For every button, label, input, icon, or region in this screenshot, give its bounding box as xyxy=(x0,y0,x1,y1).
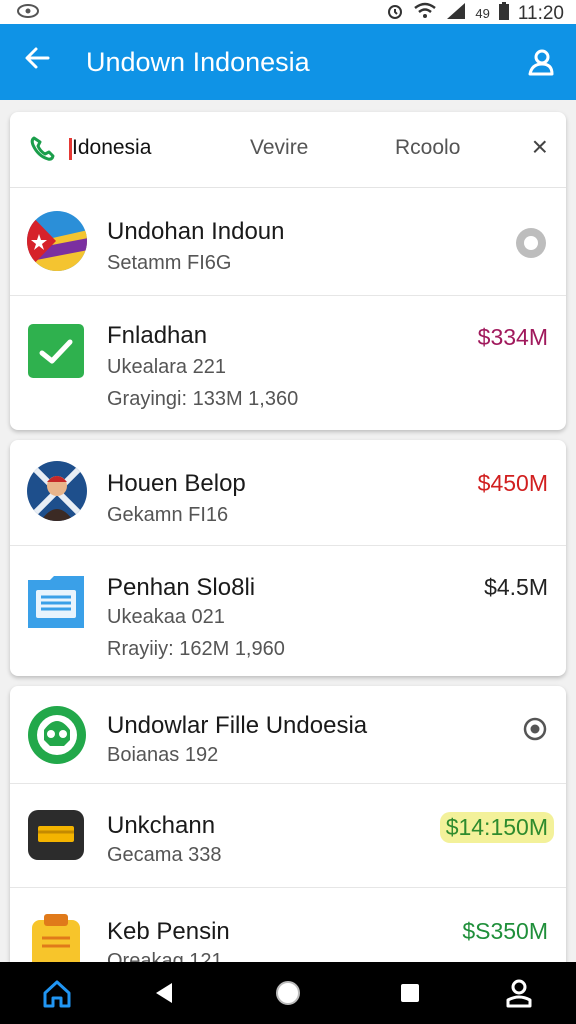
user-pin-icon[interactable] xyxy=(502,976,536,1010)
filter-tabs: Idonesia Vevire Rcoolo × xyxy=(10,112,566,188)
tab-rcoolo[interactable]: Rcoolo xyxy=(395,136,460,160)
item-name: Keb Pensin xyxy=(107,918,230,945)
item-name: Unkchann xyxy=(107,812,216,839)
battery-icon xyxy=(498,1,510,26)
item-detail: Rrayiiy: 162M 1,960 xyxy=(107,638,285,660)
skull-icon xyxy=(26,704,88,766)
list-item[interactable]: Undohan Indoun Setamm FI6G xyxy=(10,188,566,296)
list-item[interactable]: Undowlar Fille Undoesia Boianas 192 xyxy=(10,686,566,784)
back-triangle-icon[interactable] xyxy=(148,976,182,1010)
back-arrow-icon[interactable] xyxy=(22,43,52,80)
account-icon[interactable] xyxy=(522,44,558,80)
account-card-2: Houen Belop Gekamn FI16 $450M Penhan Slo… xyxy=(10,440,566,676)
list-item[interactable]: Fnladhan Ukealara 221 Grayingi: 133M 1,3… xyxy=(10,296,566,430)
list-item[interactable]: Houen Belop Gekamn FI16 $450M xyxy=(10,440,566,546)
status-bar: 49 11:20 xyxy=(0,0,576,24)
item-subtitle: Ukealara 221 xyxy=(107,356,226,378)
item-subtitle: Gekamn FI16 xyxy=(107,504,229,526)
page-title: Undown Indonesia xyxy=(86,47,310,77)
recents-square-icon[interactable] xyxy=(393,976,427,1010)
check-icon xyxy=(26,320,88,382)
list-item[interactable]: Unkchann Gecama 338 $14:150M xyxy=(10,784,566,888)
phone-icon[interactable] xyxy=(28,134,56,162)
document-icon xyxy=(26,572,88,634)
app-bar: Undown Indonesia xyxy=(0,24,576,100)
radio-button[interactable] xyxy=(514,226,548,265)
alarm-icon xyxy=(385,1,405,26)
item-amount: $4.5M xyxy=(484,574,548,600)
clock: 11:20 xyxy=(517,2,564,24)
close-icon[interactable]: × xyxy=(532,132,548,162)
item-detail: Grayingi: 133M 1,360 xyxy=(107,388,299,410)
system-nav-bar xyxy=(0,962,576,1024)
item-name: Houen Belop xyxy=(107,470,246,497)
cell-signal-icon xyxy=(445,2,467,25)
flag-icon xyxy=(26,210,88,272)
item-subtitle: Gecama 338 xyxy=(107,844,222,866)
item-name: Fnladhan xyxy=(107,322,208,349)
eye-icon xyxy=(16,2,40,25)
home-icon[interactable] xyxy=(40,976,74,1010)
item-name: Undowlar Fille Undoesia xyxy=(107,712,368,739)
card-icon xyxy=(26,804,88,866)
item-amount: $14:150M xyxy=(439,812,554,843)
item-amount: $450M xyxy=(477,470,548,496)
tab-vevire[interactable]: Vevire xyxy=(250,136,308,160)
item-amount: $S350M xyxy=(462,918,548,944)
tab-indonesia[interactable]: Idonesia xyxy=(68,136,151,160)
item-name: Penhan Slo8li xyxy=(107,574,256,601)
item-name: Undohan Indoun xyxy=(107,218,285,245)
item-subtitle: Boianas 192 xyxy=(107,744,219,766)
item-amount: $334M xyxy=(477,324,548,350)
home-circle-icon[interactable] xyxy=(271,976,305,1010)
account-card-3: Undowlar Fille Undoesia Boianas 192 Unkc… xyxy=(10,686,566,976)
wifi-icon xyxy=(413,2,437,25)
item-subtitle: Setamm FI6G xyxy=(107,252,232,274)
item-subtitle: Ukeakaa 021 xyxy=(107,606,225,628)
person-avatar-icon xyxy=(26,460,88,522)
list-item[interactable]: Penhan Slo8li Ukeakaa 021 Rrayiiy: 162M … xyxy=(10,546,566,676)
signal-text: 49 xyxy=(475,6,490,21)
radio-button[interactable] xyxy=(522,716,548,747)
account-card-1: Idonesia Vevire Rcoolo × Undohan Indoun … xyxy=(10,112,566,430)
